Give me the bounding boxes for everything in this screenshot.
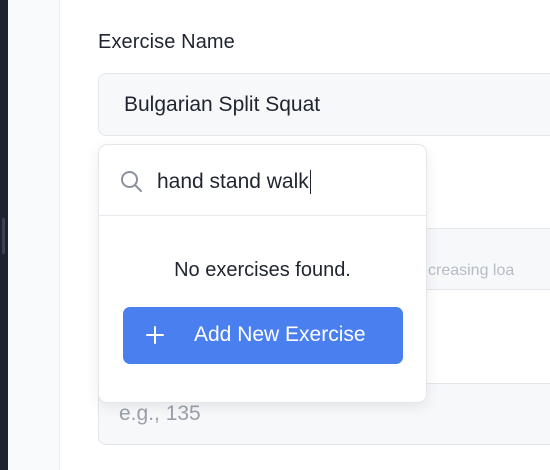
empty-results-message: No exercises found. — [174, 259, 351, 281]
search-icon — [121, 171, 142, 192]
exercise-name-value: Bulgarian Split Squat — [124, 92, 321, 116]
side-gutter — [8, 0, 60, 470]
add-new-exercise-label: Add New Exercise — [194, 323, 366, 346]
add-new-exercise-button[interactable]: Add New Exercise — [123, 307, 403, 364]
text-caret — [309, 170, 312, 194]
exercise-name-label: Exercise Name — [98, 31, 235, 53]
weight-placeholder: e.g., 135 — [119, 402, 201, 425]
search-input-value: hand stand walk — [157, 170, 309, 193]
search-row: hand stand walk — [99, 145, 426, 216]
obscured-field-placeholder: creasing loa — [428, 262, 515, 279]
exercise-name-field[interactable]: Bulgarian Split Squat — [98, 73, 550, 136]
exercise-search-input[interactable]: hand stand walk — [157, 167, 407, 197]
resize-handle[interactable] — [2, 218, 5, 254]
exercise-search-dropdown: hand stand walk No exercises found. Add … — [98, 144, 427, 403]
plus-icon — [146, 326, 164, 344]
